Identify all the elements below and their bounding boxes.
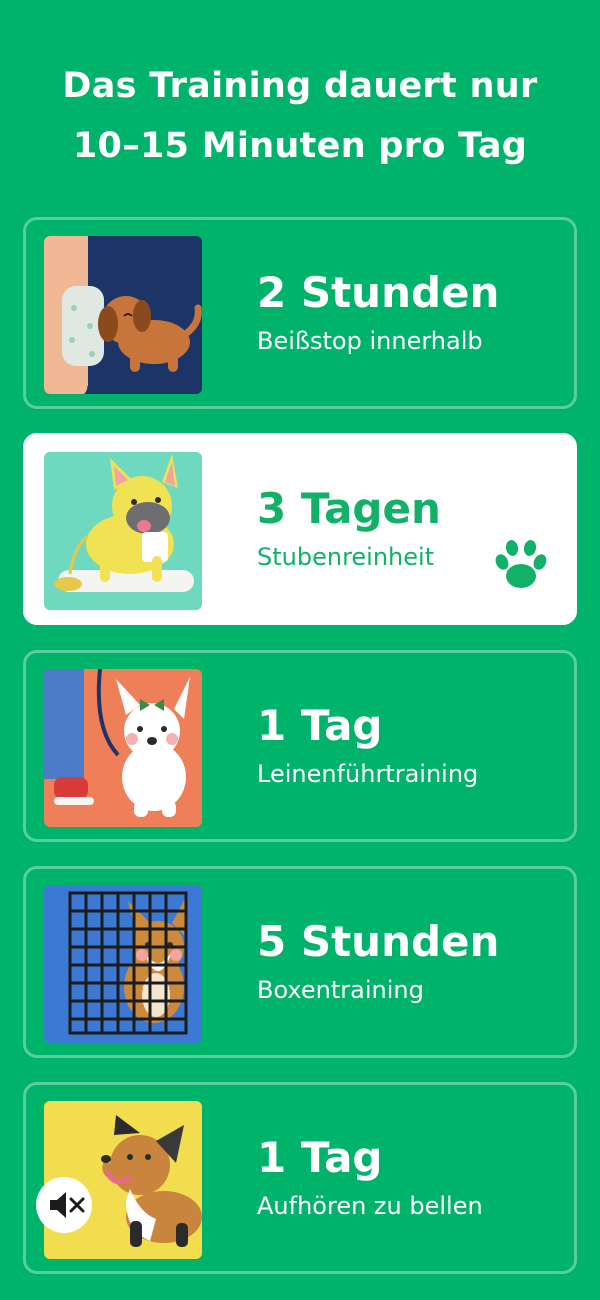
- speaker-mute-icon: [50, 1192, 85, 1218]
- bulldog-illustration: [44, 452, 202, 610]
- duration-subtitle: Leinenführtraining: [257, 760, 479, 788]
- training-option-house-training[interactable]: 3 Tagen Stubenreinheit: [23, 433, 577, 625]
- training-option-crate-training[interactable]: 5 Stunden Boxentraining: [23, 866, 577, 1058]
- training-option-leash-training[interactable]: 1 Tag Leinenführtraining: [23, 650, 577, 842]
- duration-title: 1 Tag: [257, 1133, 383, 1182]
- heading-line-1: Das Training dauert nur: [62, 66, 538, 106]
- corgi-in-crate-illustration: [44, 885, 202, 1043]
- duration-subtitle: Boxentraining: [257, 976, 424, 1004]
- dog-on-leash-illustration: [44, 669, 202, 827]
- heading-line-2: 10–15 Minuten pro Tag: [72, 126, 528, 166]
- paw-icon: [495, 540, 547, 588]
- puppy-biting-illustration: [44, 236, 202, 394]
- duration-title: 2 Stunden: [257, 268, 500, 317]
- page-heading: Das Training dauert nur 10–15 Minuten pr…: [0, 56, 600, 176]
- training-option-bite-stop[interactable]: 2 Stunden Beißstop innerhalb: [23, 217, 577, 409]
- duration-subtitle: Aufhören zu bellen: [257, 1192, 483, 1220]
- mute-badge: [36, 1177, 92, 1233]
- duration-title: 3 Tagen: [257, 484, 441, 533]
- duration-title: 1 Tag: [257, 701, 383, 750]
- duration-subtitle: Beißstop innerhalb: [257, 327, 483, 355]
- training-option-stop-barking[interactable]: 1 Tag Aufhören zu bellen: [23, 1082, 577, 1274]
- duration-subtitle: Stubenreinheit: [257, 543, 435, 571]
- duration-title: 5 Stunden: [257, 917, 500, 966]
